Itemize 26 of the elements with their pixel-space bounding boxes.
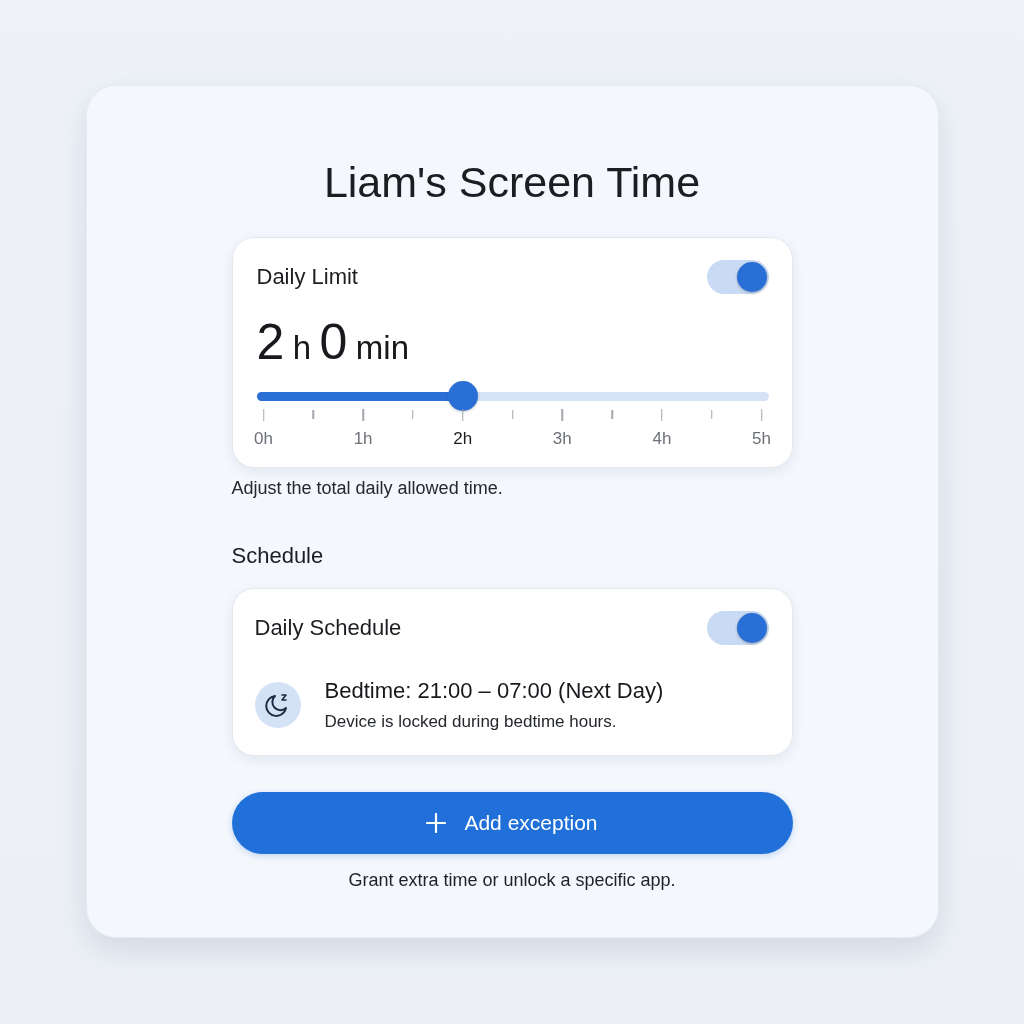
toggle-switch[interactable]	[706, 611, 769, 645]
scale-label: 3h	[552, 429, 572, 449]
scale-label: 1h	[353, 429, 373, 449]
page-title: Liam's Screen Time	[322, 157, 702, 208]
schedule-title: Bedtime: 21:00 – 07:00 (Next Day)	[324, 677, 664, 705]
add-exception-button[interactable]: Add exception	[231, 792, 793, 854]
scale-label: 0h	[254, 429, 273, 449]
card-title: Daily Schedule	[254, 615, 402, 641]
plus-icon	[426, 813, 447, 833]
toggle-switch[interactable]	[706, 260, 769, 294]
scale-label: 5h	[752, 429, 771, 449]
scale-label: 2h	[453, 429, 473, 449]
tick-mark	[312, 410, 315, 419]
tick-mark	[561, 409, 564, 421]
slider-track[interactable]	[256, 381, 769, 411]
card-title: Daily Limit	[256, 264, 358, 290]
moon-sleep-icon	[254, 682, 301, 728]
slider-thumb[interactable]	[447, 381, 478, 411]
button-hint: Grant extra time or unlock a specific app.	[347, 869, 677, 892]
tick-mark	[611, 410, 613, 419]
slider-hint: Adjust the total daily allowed time.	[231, 477, 504, 500]
section-heading: Schedule	[231, 542, 325, 570]
schedule-description: Device is locked during bedtime hours.	[324, 711, 618, 733]
scale-label: 4h	[652, 429, 672, 449]
tick-mark	[362, 409, 364, 421]
limit-value: 2 h 0 min	[256, 314, 411, 370]
